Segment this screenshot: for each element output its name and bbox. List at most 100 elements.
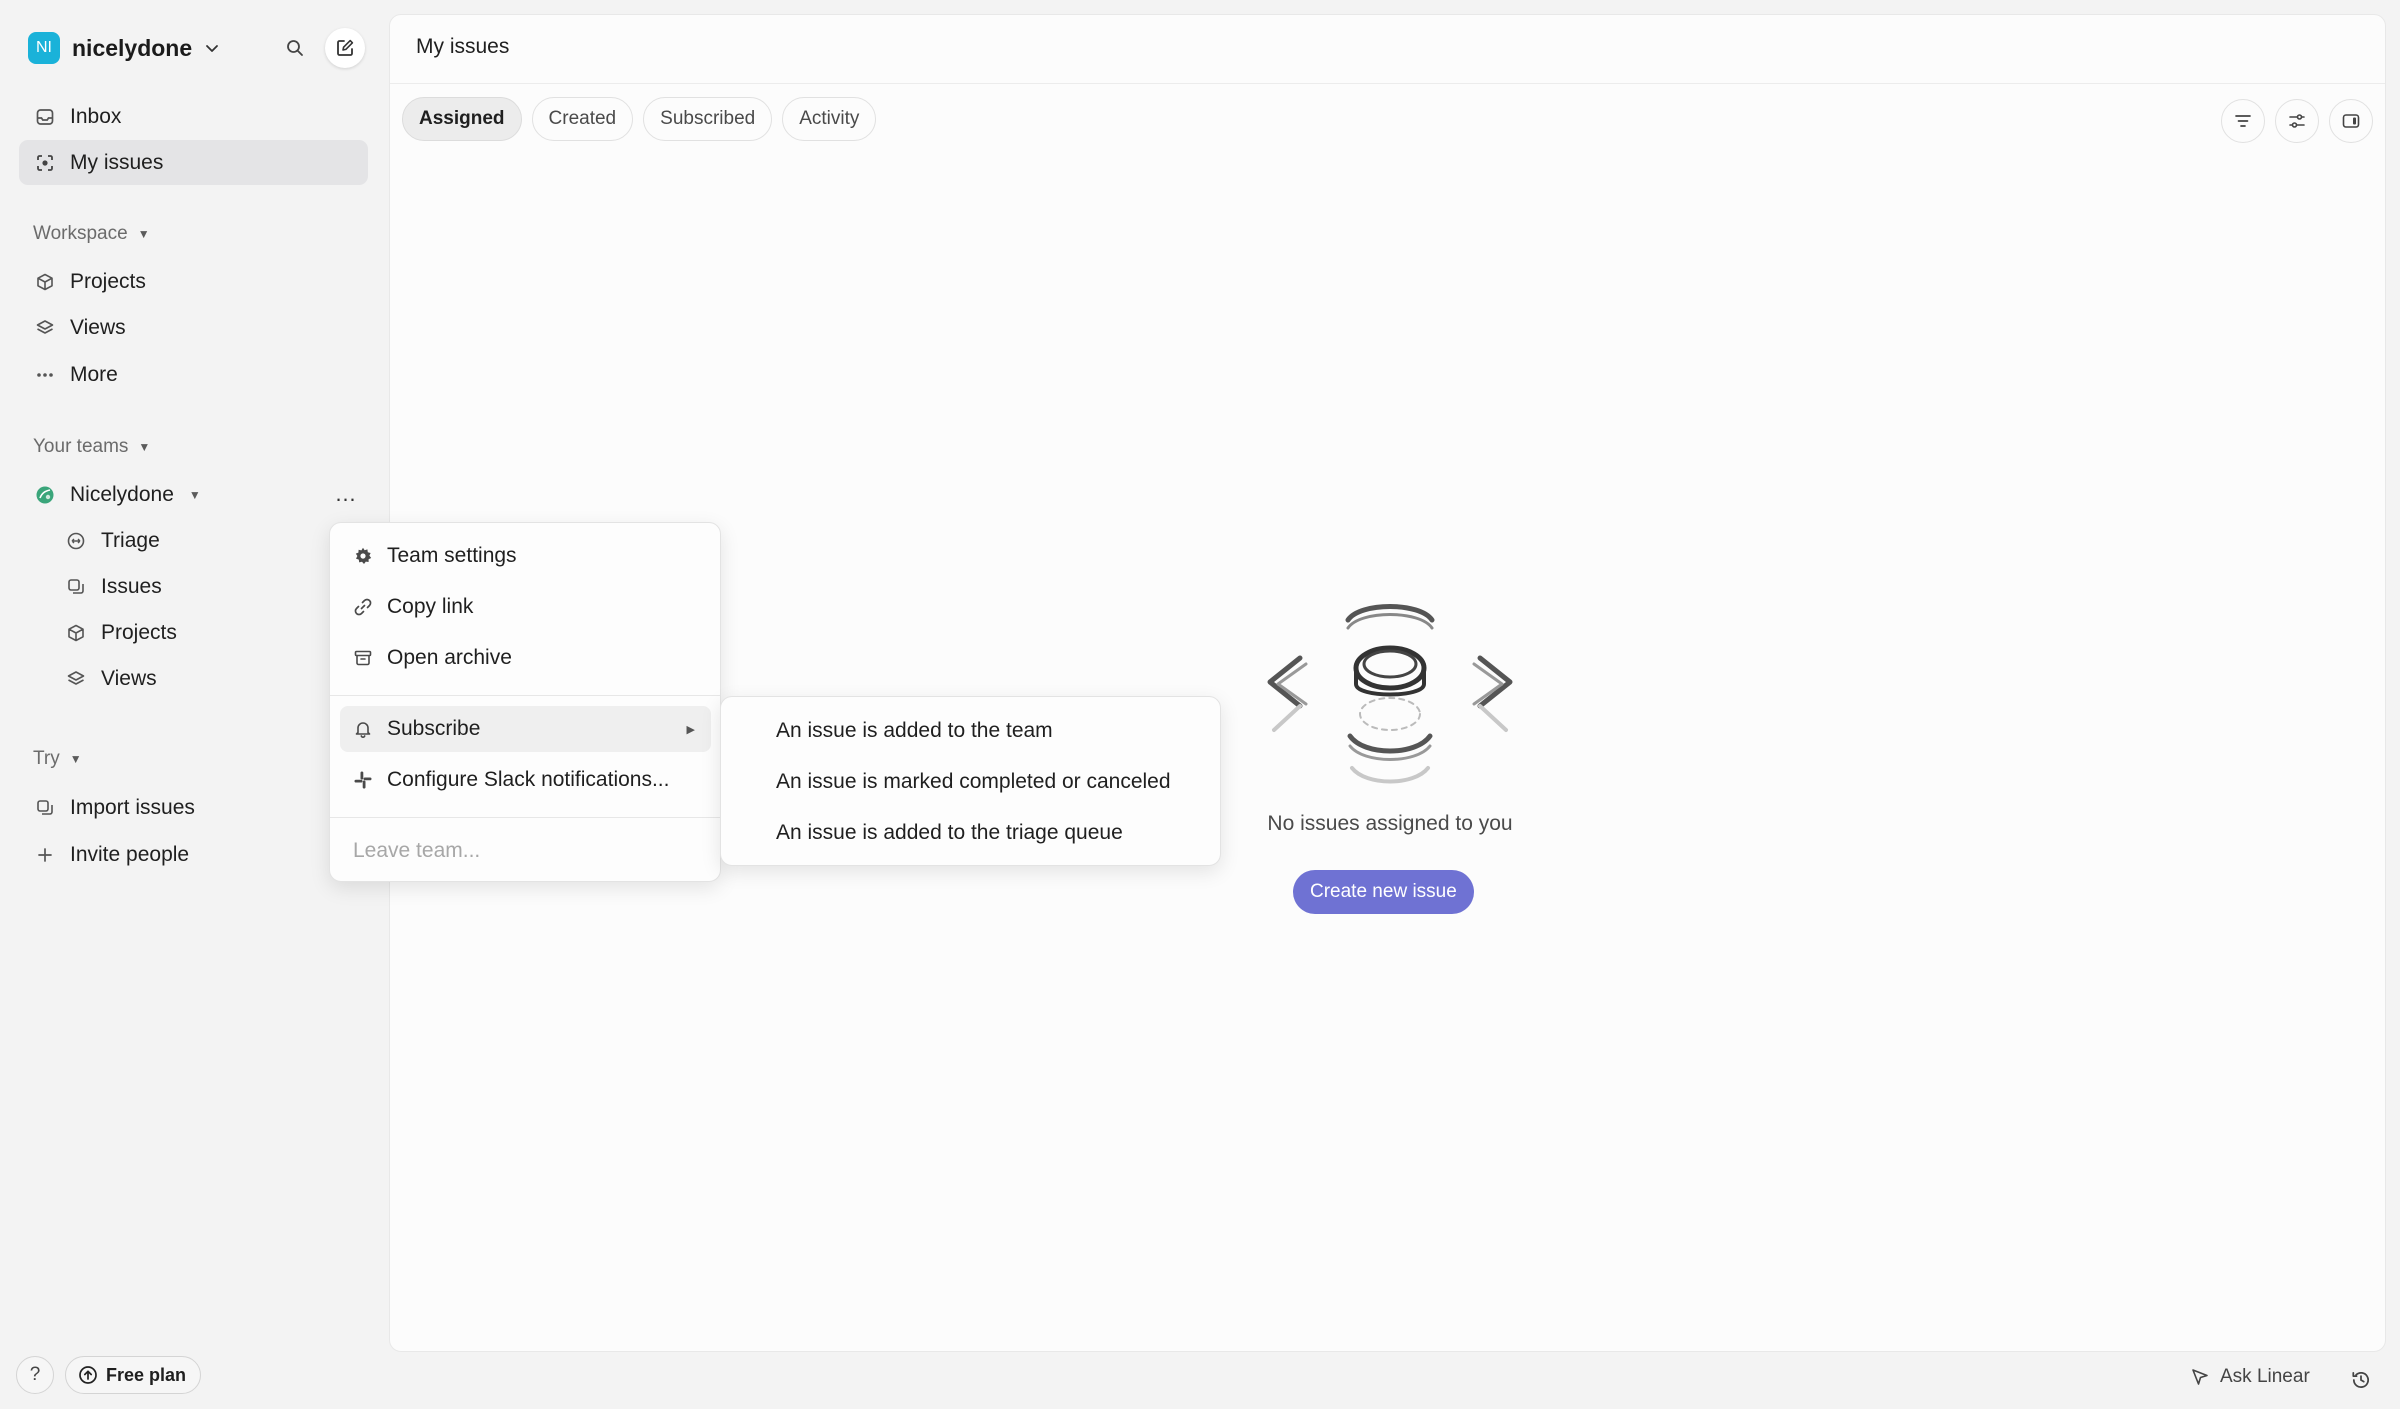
teams-section-toggle[interactable]: Your teams ▼ [33, 434, 150, 460]
sliders-icon [2289, 114, 2305, 128]
header-divider [390, 83, 2385, 84]
plus-icon [38, 847, 52, 862]
sidebar-item-label: My issues [70, 150, 164, 174]
workspace-avatar: NI [28, 32, 60, 64]
menu-item-team-settings[interactable]: Team settings [340, 533, 711, 579]
menu-divider [330, 817, 720, 818]
slack-icon [354, 771, 372, 789]
workspace-switcher[interactable]: NI nicelydone [28, 30, 220, 66]
free-plan-button[interactable]: Free plan [65, 1356, 202, 1394]
section-label: Try [33, 748, 60, 769]
ask-linear-button[interactable]: Ask Linear [2190, 1366, 2310, 1388]
subscribe-submenu: An issue is added to the team An issue i… [720, 696, 1221, 866]
submenu-item-completed-or-canceled[interactable]: An issue is marked completed or canceled [776, 770, 1171, 794]
tab-activity[interactable]: Activity [782, 97, 877, 141]
ask-linear-label: Ask Linear [2220, 1366, 2310, 1387]
my-issues-icon [37, 154, 53, 171]
caret-down-icon: ▼ [69, 752, 82, 766]
caret-down-icon: ▼ [137, 227, 150, 241]
caret-down-icon: ▼ [138, 440, 151, 454]
sidebar-item-label: Projects [70, 269, 146, 293]
issue-tabs: Assigned Created Subscribed Activity [402, 97, 877, 141]
history-button[interactable] [2350, 1369, 2372, 1391]
upgrade-icon [79, 1366, 97, 1384]
menu-item-label: Open archive [387, 646, 512, 669]
sidebar-item-label: More [70, 362, 118, 386]
menu-item-label: Team settings [387, 544, 517, 567]
submenu-caret-icon: ▶ [686, 723, 695, 736]
sidebar-team-nicelydone[interactable]: Nicelydone ▼ [19, 472, 319, 517]
empty-state-illustration [1267, 604, 1513, 784]
sidebar-item-import-issues[interactable]: Import issues [19, 785, 368, 830]
display-options-button[interactable] [2275, 99, 2319, 143]
sidebar-item-issues[interactable]: Issues [50, 564, 368, 609]
tab-assigned[interactable]: Assigned [402, 97, 522, 141]
help-button[interactable]: ? [16, 1356, 54, 1394]
plan-label: Free plan [106, 1364, 187, 1385]
sidebar-item-more[interactable]: More [19, 352, 368, 397]
sidebar-item-label: Invite people [70, 842, 190, 866]
new-issue-button[interactable] [325, 28, 365, 68]
compose-icon [337, 39, 354, 56]
tab-created[interactable]: Created [531, 97, 634, 141]
ellipsis-icon [37, 372, 53, 377]
sidebar-item-inbox[interactable]: Inbox [19, 94, 368, 139]
menu-item-label: Copy link [387, 595, 474, 618]
cube-icon [37, 273, 53, 290]
create-new-issue-button[interactable]: Create new issue [1293, 870, 1474, 914]
filter-button[interactable] [2221, 99, 2265, 143]
team-more-button[interactable]: … [330, 480, 362, 508]
gear-icon [355, 547, 372, 564]
sidebar-item-label: Inbox [70, 104, 122, 128]
submenu-item-added-to-team[interactable]: An issue is added to the team [776, 719, 1053, 743]
workspace-name: nicelydone [72, 34, 193, 61]
bell-icon [355, 722, 371, 738]
search-icon [287, 40, 303, 56]
link-icon [354, 598, 372, 616]
team-context-menu: Team settings Copy link Open archive Sub… [329, 522, 721, 882]
empty-state-message: No issues assigned to you [1267, 812, 1513, 835]
page-title: My issues [416, 35, 510, 58]
history-icon [2352, 1371, 2369, 1389]
menu-item-open-archive[interactable]: Open archive [340, 635, 711, 681]
search-button[interactable] [275, 28, 315, 68]
toggle-details-panel-button[interactable] [2329, 99, 2373, 143]
menu-item-subscribe[interactable]: Subscribe ▶ [340, 706, 711, 752]
sidebar-item-label: Projects [101, 620, 177, 644]
sidebar-item-my-issues[interactable]: My issues [19, 140, 368, 185]
sidebar-panel-icon [2342, 114, 2360, 128]
try-section-toggle[interactable]: Try ▼ [33, 746, 82, 772]
sidebar: NI nicelydone Inbox My issues Workspace … [0, 0, 384, 1409]
sidebar-item-label: Issues [101, 574, 162, 598]
sidebar-item-label: Views [70, 315, 126, 339]
cursor-arrow-icon [2192, 1369, 2208, 1385]
menu-item-label: Leave team... [353, 839, 481, 862]
import-icon [37, 799, 53, 815]
sidebar-item-team-projects[interactable]: Projects [50, 610, 368, 655]
menu-item-label: Configure Slack notifications... [387, 768, 670, 791]
inbox-icon [36, 108, 54, 125]
layers-icon [67, 670, 85, 685]
submenu-item-added-to-triage[interactable]: An issue is added to the triage queue [776, 821, 1123, 845]
sidebar-item-triage[interactable]: Triage [50, 518, 368, 563]
issues-icon [68, 578, 84, 594]
menu-item-copy-link[interactable]: Copy link [340, 584, 711, 630]
caret-down-icon: ▼ [188, 487, 201, 502]
section-label: Workspace [33, 223, 128, 244]
menu-item-leave-team: Leave team... [340, 828, 711, 874]
cube-icon [68, 624, 84, 641]
sidebar-item-projects[interactable]: Projects [19, 259, 368, 304]
sidebar-item-invite-people[interactable]: Invite people [19, 832, 368, 877]
menu-item-label: Subscribe [387, 717, 481, 740]
workspace-section-toggle[interactable]: Workspace ▼ [33, 221, 150, 247]
sidebar-item-team-views[interactable]: Views [50, 656, 368, 701]
sidebar-item-views[interactable]: Views [19, 305, 368, 350]
section-label: Your teams [33, 436, 129, 457]
sidebar-item-label: Views [101, 666, 157, 690]
menu-item-configure-slack[interactable]: Configure Slack notifications... [340, 757, 711, 803]
tab-subscribed[interactable]: Subscribed [643, 97, 773, 141]
archive-icon [354, 650, 372, 666]
filter-icon [2235, 115, 2251, 127]
team-icon [36, 486, 54, 503]
layers-icon [36, 319, 54, 334]
